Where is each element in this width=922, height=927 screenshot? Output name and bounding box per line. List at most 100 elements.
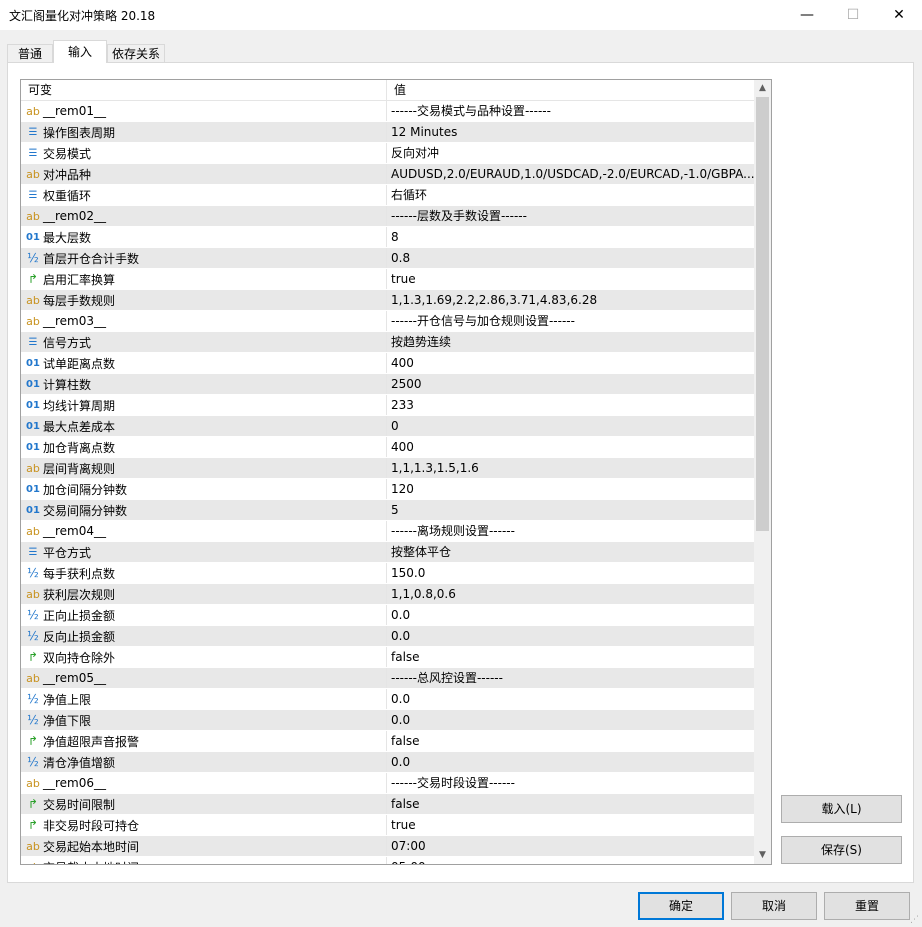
value-cell[interactable]: 0.0 [387,710,754,730]
grid-row[interactable]: ½ 清仓净值增额 0.0 [21,752,754,773]
scroll-up-arrow-icon[interactable]: ▲ [754,80,771,97]
value-cell[interactable]: ------交易时段设置------ [387,773,754,793]
value-cell[interactable]: 右循环 [387,185,754,205]
grid-row[interactable]: ½ 首层开仓合计手数 0.8 [21,248,754,269]
grid-row[interactable]: 01 最大点差成本 0 [21,416,754,437]
value-cell[interactable]: 2500 [387,374,754,394]
grid-row[interactable]: ↱ 启用汇率换算 true [21,269,754,290]
value-cell[interactable]: 0.0 [387,605,754,625]
grid-row[interactable]: ½ 每手获利点数 150.0 [21,563,754,584]
resize-grip-icon[interactable]: ⋰ [910,915,920,925]
grid-row[interactable]: ab交易截止本地时间05:00 [21,857,754,864]
double-type-icon: ½ [27,629,39,643]
grid-row[interactable]: ↱ 双向持仓除外 false [21,647,754,668]
grid-row[interactable]: ☰ 交易模式 反向对冲 [21,143,754,164]
grid-row[interactable]: ½ 正向止损金额 0.0 [21,605,754,626]
value-cell[interactable]: 0.0 [387,752,754,772]
value-cell[interactable]: false [387,731,754,751]
value-cell[interactable]: 233 [387,395,754,415]
value-cell[interactable]: 8 [387,227,754,247]
tab-general[interactable]: 普通 [7,44,53,62]
enum-type-icon: ☰ [28,189,38,201]
grid-row[interactable]: 01 试单距离点数 400 [21,353,754,374]
vertical-scrollbar[interactable]: ▲ ▼ [754,80,771,864]
value-cell[interactable]: AUDUSD,2.0/EURAUD,1.0/USDCAD,-2.0/EURCAD… [387,164,754,184]
value-cell[interactable]: 0.0 [387,626,754,646]
value-cell[interactable]: 120 [387,479,754,499]
value-cell[interactable]: 400 [387,353,754,373]
value-cell[interactable]: 按趋势连续 [387,332,754,352]
value-cell[interactable]: ------层数及手数设置------ [387,206,754,226]
grid-row[interactable]: ab 获利层次规则 1,1,0.8,0.6 [21,584,754,605]
grid-row[interactable]: 01 交易间隔分钟数 5 [21,500,754,521]
tab-dependencies[interactable]: 依存关系 [107,44,165,62]
value-cell[interactable]: ------交易模式与品种设置------ [387,101,754,121]
variable-cell: 01 试单距离点数 [21,353,387,373]
value-cell[interactable]: ------离场规则设置------ [387,521,754,541]
column-header-value[interactable]: 值 [387,80,754,100]
value-cell[interactable]: ------开仓信号与加仓规则设置------ [387,311,754,331]
value-cell[interactable]: 150.0 [387,563,754,583]
grid-row[interactable]: 01 均线计算周期 233 [21,395,754,416]
value-cell[interactable]: 按整体平仓 [387,542,754,562]
string-type-icon: ab [26,587,40,601]
value-cell[interactable]: false [387,647,754,667]
close-button[interactable]: ✕ [876,0,922,30]
grid-row[interactable]: ☰ 操作图表周期 12 Minutes [21,122,754,143]
value-cell[interactable]: 05:00 [387,857,754,864]
value-cell[interactable]: false [387,794,754,814]
value-cell[interactable]: 5 [387,500,754,520]
grid-row[interactable]: ab 层间背离规则 1,1,1.3,1.5,1.6 [21,458,754,479]
grid-row[interactable]: ab __rem06__ ------交易时段设置------ [21,773,754,794]
value-cell[interactable]: ------总风控设置------ [387,668,754,688]
grid-row[interactable]: ab 对冲品种 AUDUSD,2.0/EURAUD,1.0/USDCAD,-2.0/… [21,164,754,185]
value-cell[interactable]: 07:00 [387,836,754,856]
ok-button[interactable]: 确定 [638,892,724,920]
grid-row[interactable]: 01 加仓背离点数 400 [21,437,754,458]
scroll-down-arrow-icon[interactable]: ▼ [754,847,771,864]
value-cell[interactable]: true [387,269,754,289]
reset-button[interactable]: 重置 [824,892,910,920]
save-button[interactable]: 保存(S) [781,836,902,864]
value-cell[interactable]: 12 Minutes [387,122,754,142]
value-cell[interactable]: 1,1.3,1.69,2.2,2.86,3.71,4.83,6.28 [387,290,754,310]
value-cell[interactable]: 400 [387,437,754,457]
column-header-variable[interactable]: 可变 [21,80,387,100]
grid-row[interactable]: ab 每层手数规则 1,1.3,1.69,2.2,2.86,3.71,4.83,6.… [21,290,754,311]
grid-row[interactable]: 01 最大层数 8 [21,227,754,248]
value-cell[interactable]: 1,1,1.3,1.5,1.6 [387,458,754,478]
grid-row[interactable]: ½ 反向止损金额 0.0 [21,626,754,647]
grid-row[interactable]: ↱ 净值超限声音报警 false [21,731,754,752]
value-cell[interactable]: 0.8 [387,248,754,268]
grid-row[interactable]: ↱ 交易时间限制 false [21,794,754,815]
grid-row[interactable]: ab __rem05__ ------总风控设置------ [21,668,754,689]
grid-row[interactable]: ↱ 非交易时段可持仓 true [21,815,754,836]
value-cell[interactable]: true [387,815,754,835]
variable-cell: ½ 清仓净值增额 [21,752,387,772]
value-cell[interactable]: 1,1,0.8,0.6 [387,584,754,604]
grid-row[interactable]: 01 加仓间隔分钟数 120 [21,479,754,500]
grid-row[interactable]: ☰ 权重循环 右循环 [21,185,754,206]
maximize-button[interactable]: ☐ [830,0,876,30]
grid-rows: ab __rem01__ ------交易模式与品种设置------ ☰ 操作图表周期 1… [21,101,754,864]
grid-row[interactable]: ab __rem02__ ------层数及手数设置------ [21,206,754,227]
value-cell[interactable]: 反向对冲 [387,143,754,163]
value-cell[interactable]: 0.0 [387,689,754,709]
grid-row[interactable]: ab __rem04__ ------离场规则设置------ [21,521,754,542]
value-cell[interactable]: 0 [387,416,754,436]
enum-type-icon: ☰ [28,147,38,159]
grid-row[interactable]: ab 交易起始本地时间 07:00 [21,836,754,857]
grid-row[interactable]: 01 计算柱数 2500 [21,374,754,395]
grid-row[interactable]: ½ 净值下限 0.0 [21,710,754,731]
scrollbar-thumb[interactable] [756,97,769,531]
grid-row[interactable]: ☰ 信号方式 按趋势连续 [21,332,754,353]
minimize-button[interactable]: — [784,0,830,30]
grid-row[interactable]: ab __rem01__ ------交易模式与品种设置------ [21,101,754,122]
grid-row[interactable]: ☰ 平仓方式 按整体平仓 [21,542,754,563]
tab-inputs[interactable]: 输入 [53,40,107,63]
grid-row[interactable]: ½ 净值上限 0.0 [21,689,754,710]
grid-row[interactable]: ab __rem03__ ------开仓信号与加仓规则设置------ [21,311,754,332]
load-button[interactable]: 载入(L) [781,795,902,823]
title-bar: 文汇阁量化对冲策略 20.18 — ☐ ✕ [0,0,922,30]
cancel-button[interactable]: 取消 [731,892,817,920]
